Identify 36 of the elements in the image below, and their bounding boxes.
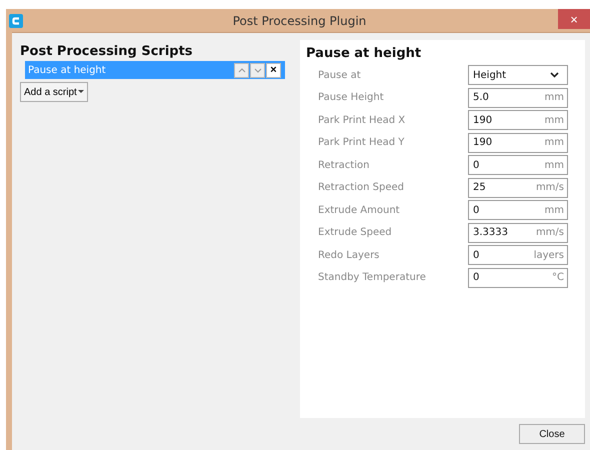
- setting-label: Pause at: [318, 70, 361, 80]
- setting-label: Extrude Speed: [318, 227, 392, 238]
- setting-label: Pause Height: [318, 92, 384, 103]
- window-title: Post Processing Plugin: [232, 14, 368, 28]
- input-field[interactable]: 0 mm: [468, 200, 568, 220]
- input-field[interactable]: 0 °C: [468, 268, 568, 288]
- input-field[interactable]: 3.3333 mm/s: [468, 222, 568, 242]
- add-script-button[interactable]: Add a script: [20, 82, 88, 102]
- caret-up-icon: [238, 68, 246, 72]
- setting-label: Retraction Speed: [318, 182, 404, 193]
- remove-button[interactable]: ×: [266, 62, 281, 78]
- input-field[interactable]: 190 mm: [468, 110, 568, 130]
- input-field[interactable]: 0 layers: [468, 245, 568, 265]
- setting-label: Retraction: [318, 160, 370, 170]
- setting-label: Park Print Head Y: [318, 137, 404, 148]
- close-button[interactable]: ×: [558, 9, 590, 29]
- input-field[interactable]: 25 mm/s: [468, 178, 568, 198]
- move-up-button[interactable]: [234, 62, 249, 78]
- input-field[interactable]: 0 mm: [468, 155, 568, 175]
- move-down-button[interactable]: [250, 62, 265, 78]
- setting-label: Park Print Head X: [318, 114, 406, 126]
- select-field[interactable]: Height: [468, 65, 568, 85]
- input-field[interactable]: 5.0 mm: [468, 88, 568, 108]
- scripts-heading: Post Processing Scripts: [20, 44, 193, 59]
- input-field[interactable]: 190 mm: [468, 132, 568, 152]
- setting-label: Redo Layers: [318, 250, 380, 260]
- setting-label: Extrude Amount: [318, 204, 400, 216]
- caret-down-icon: [78, 90, 84, 94]
- settings-heading: Pause at height: [306, 46, 422, 61]
- chevron-down-icon: [550, 72, 559, 78]
- caret-down-icon: [254, 68, 262, 72]
- setting-label: Standby Temperature: [318, 272, 426, 283]
- close-button[interactable]: Close: [519, 424, 585, 444]
- script-list-item[interactable]: Pause at height ×: [25, 61, 285, 79]
- app-logo-icon: [9, 14, 23, 28]
- script-name: Pause at height: [28, 64, 107, 76]
